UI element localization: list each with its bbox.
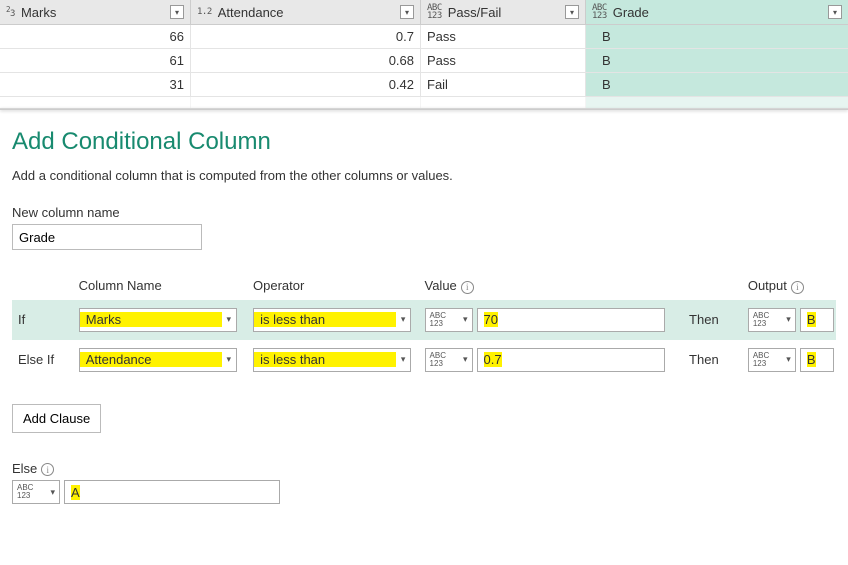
rule-row-if: If Marks ▾ is less than ▾ ABC123 ▾ 70 Th… [12, 300, 836, 340]
cell-marks [0, 97, 190, 108]
else-input[interactable]: A [64, 480, 280, 504]
else-label: Elsei [12, 461, 836, 477]
hdr-operator: Operator [253, 278, 424, 294]
add-clause-button[interactable]: Add Clause [12, 404, 101, 433]
then-label: Then [689, 312, 748, 327]
type-icon-decimal: 1.2 [197, 8, 212, 17]
cell-passfail: Pass [420, 49, 585, 72]
chevron-down-icon: ▾ [463, 354, 468, 365]
value-input[interactable]: 0.7 [477, 348, 665, 372]
cell-passfail [420, 97, 585, 108]
cell-marks: 61 [0, 49, 190, 72]
type-icon-any: ABC123 [427, 4, 442, 20]
column-select[interactable]: Attendance ▾ [79, 348, 237, 372]
chevron-down-icon: ▾ [396, 354, 410, 365]
col-name: Grade [613, 5, 828, 20]
cell-passfail: Pass [420, 25, 585, 48]
output-type-select[interactable]: ABC123 ▾ [748, 308, 796, 332]
info-icon[interactable]: i [461, 281, 474, 294]
table-row[interactable]: 66 0.7 Pass B [0, 25, 848, 49]
else-section: Elsei ABC123 ▾ A [12, 461, 836, 505]
table-row[interactable] [0, 97, 848, 109]
cell-grade: B [585, 25, 848, 48]
col-filter-dropdown[interactable]: ▾ [170, 5, 184, 19]
value-type-select[interactable]: ABC123 ▾ [425, 308, 473, 332]
type-icon-any: ABC123 [753, 352, 769, 368]
output-input[interactable]: B [800, 308, 834, 332]
new-column-label: New column name [12, 205, 836, 220]
type-icon-int: 23 [6, 5, 15, 19]
new-column-input[interactable] [12, 224, 202, 250]
dialog-title: Add Conditional Column [12, 128, 836, 156]
col-header-attendance[interactable]: 1.2 Attendance ▾ [190, 0, 420, 24]
col-filter-dropdown[interactable]: ▾ [565, 5, 579, 19]
rule-row-elseif: Else If Attendance ▾ is less than ▾ ABC1… [12, 340, 836, 380]
chevron-down-icon: ▾ [463, 314, 468, 325]
chevron-down-icon: ▾ [50, 487, 55, 498]
cell-grade: B [585, 49, 848, 72]
data-grid-body: 66 0.7 Pass B 61 0.68 Pass B 31 0.42 Fai… [0, 25, 848, 109]
info-icon[interactable]: i [41, 463, 54, 476]
chevron-down-icon: ▾ [786, 354, 791, 365]
table-row[interactable]: 61 0.68 Pass B [0, 49, 848, 73]
cell-marks: 66 [0, 25, 190, 48]
operator-select[interactable]: is less than ▾ [253, 308, 411, 332]
cell-grade: B [585, 73, 848, 96]
col-name: Pass/Fail [448, 5, 565, 20]
hdr-column-name: Column Name [79, 278, 253, 294]
col-header-grade[interactable]: ABC123 Grade ▾ [585, 0, 848, 24]
col-name: Marks [21, 5, 170, 20]
output-input[interactable]: B [800, 348, 834, 372]
chevron-down-icon: ▾ [786, 314, 791, 325]
rule-label: Else If [12, 352, 79, 367]
cell-attendance: 0.7 [190, 25, 420, 48]
col-filter-dropdown[interactable]: ▾ [400, 5, 414, 19]
then-label: Then [689, 352, 748, 367]
value-input[interactable]: 70 [477, 308, 665, 332]
table-row[interactable]: 31 0.42 Fail B [0, 73, 848, 97]
type-icon-any: ABC123 [592, 4, 607, 20]
col-header-marks[interactable]: 23 Marks ▾ [0, 0, 190, 24]
rules-header: Column Name Operator Valuei Outputi [12, 278, 836, 294]
col-header-passfail[interactable]: ABC123 Pass/Fail ▾ [420, 0, 585, 24]
cell-attendance: 0.42 [190, 73, 420, 96]
cell-grade [585, 97, 848, 108]
hdr-value: Valuei [425, 278, 690, 294]
chevron-down-icon: ▾ [222, 314, 236, 325]
rule-label: If [12, 312, 79, 327]
col-name: Attendance [218, 5, 400, 20]
info-icon[interactable]: i [791, 281, 804, 294]
cell-attendance: 0.68 [190, 49, 420, 72]
type-icon-any: ABC123 [753, 312, 769, 328]
type-icon-any: ABC123 [430, 312, 446, 328]
output-type-select[interactable]: ABC123 ▾ [748, 348, 796, 372]
operator-value: is less than [254, 312, 396, 327]
cell-passfail: Fail [420, 73, 585, 96]
cell-marks: 31 [0, 73, 190, 96]
operator-select[interactable]: is less than ▾ [253, 348, 411, 372]
chevron-down-icon: ▾ [222, 354, 236, 365]
column-value: Marks [80, 312, 222, 327]
value-type-select[interactable]: ABC123 ▾ [425, 348, 473, 372]
operator-value: is less than [254, 352, 396, 367]
else-type-select[interactable]: ABC123 ▾ [12, 480, 60, 504]
data-grid-header: 23 Marks ▾ 1.2 Attendance ▾ ABC123 Pass/… [0, 0, 848, 25]
conditional-column-dialog: Add Conditional Column Add a conditional… [0, 110, 848, 516]
hdr-output: Outputi [748, 278, 836, 294]
chevron-down-icon: ▾ [396, 314, 410, 325]
column-select[interactable]: Marks ▾ [79, 308, 237, 332]
type-icon-any: ABC123 [17, 484, 33, 500]
col-filter-dropdown[interactable]: ▾ [828, 5, 842, 19]
column-value: Attendance [80, 352, 222, 367]
cell-attendance [190, 97, 420, 108]
dialog-subtitle: Add a conditional column that is compute… [12, 168, 836, 183]
type-icon-any: ABC123 [430, 352, 446, 368]
